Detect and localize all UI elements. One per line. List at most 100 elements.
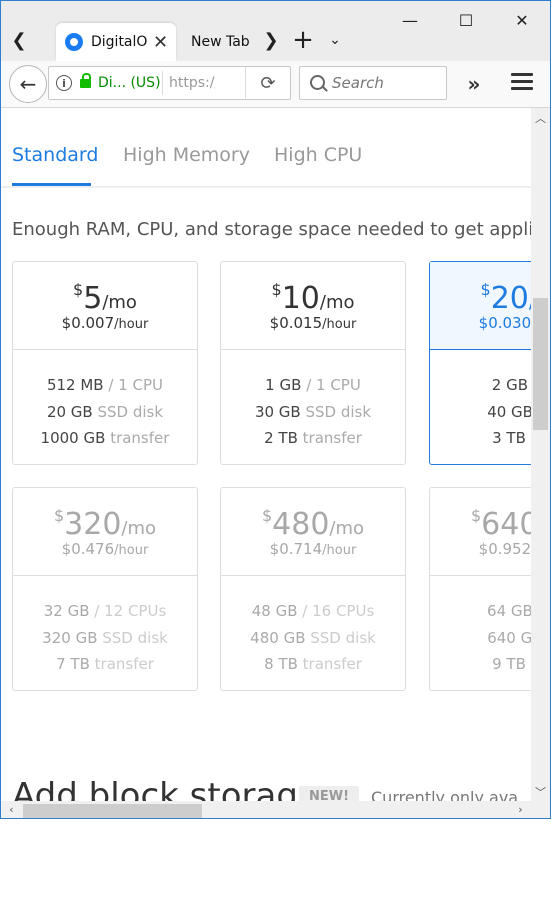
currency-symbol: $ bbox=[271, 280, 282, 299]
search-input[interactable]: Search bbox=[299, 66, 447, 100]
per-hour-label: /hour bbox=[114, 543, 149, 558]
ram-value: 1 GB bbox=[265, 376, 302, 394]
ram-value: 48 GB bbox=[251, 602, 298, 620]
transfer-value: 7 TB bbox=[56, 655, 90, 673]
monthly-price: 20 bbox=[490, 281, 529, 316]
window-close-button[interactable]: ✕ bbox=[507, 9, 537, 31]
plan-card-10[interactable]: $10/mo $0.015/hour 1 GB / 1 CPU 30 GB SS… bbox=[220, 261, 406, 465]
horizontal-scroll-thumb[interactable] bbox=[23, 804, 202, 818]
page-content: Standard High Memory High CPU Enough RAM… bbox=[1, 108, 531, 801]
transfer-label: transfer bbox=[110, 429, 170, 447]
transfer-value: 2 TB bbox=[264, 429, 298, 447]
per-hour-label: /hour bbox=[322, 317, 357, 332]
plan-card-20[interactable]: $20/mo $0.030/hour 2 GB / 2 40 GB SS 3 T… bbox=[429, 261, 531, 465]
hourly-price: $0.476 bbox=[61, 540, 115, 558]
plan-card-480[interactable]: $480/mo $0.714/hour 48 GB / 16 CPUs 480 … bbox=[220, 487, 406, 691]
tab-new-tab[interactable]: New Tab bbox=[183, 23, 257, 61]
currency-symbol: $ bbox=[470, 506, 482, 525]
ram-value: 2 GB bbox=[491, 376, 529, 394]
hourly-price: $0.007 bbox=[61, 314, 115, 332]
per-month-label: /mo bbox=[102, 292, 137, 313]
disk-value: 30 GB bbox=[254, 402, 301, 421]
disk-value: 640 GB bbox=[487, 628, 531, 647]
search-icon bbox=[310, 75, 325, 90]
plan-description: Enough RAM, CPU, and storage space neede… bbox=[12, 219, 531, 240]
monthly-price: 10 bbox=[281, 281, 320, 316]
scrollbar-corner bbox=[531, 801, 550, 818]
availability-note: Currently only ava bbox=[371, 788, 519, 801]
url-text[interactable]: https:// bbox=[169, 75, 215, 91]
hamburger-menu-icon[interactable] bbox=[511, 73, 533, 93]
plan-card-320[interactable]: $320/mo $0.476/hour 32 GB / 12 CPUs 320 … bbox=[12, 487, 198, 691]
tab-title: DigitalOcean bbox=[91, 34, 147, 50]
tab-high-cpu[interactable]: High CPU bbox=[274, 144, 362, 166]
vertical-scroll-thumb[interactable] bbox=[533, 298, 548, 430]
maximize-button[interactable]: ☐ bbox=[451, 9, 481, 31]
lock-icon[interactable] bbox=[80, 73, 91, 88]
ram-value: 32 GB bbox=[43, 602, 90, 620]
cpu-value: / 16 CPUs bbox=[302, 602, 375, 620]
digitalocean-icon bbox=[65, 33, 83, 51]
hourly-price: $0.015 bbox=[269, 314, 323, 332]
disk-value: 40 GB bbox=[487, 402, 531, 421]
disk-value: 20 GB bbox=[46, 402, 93, 421]
monthly-price: 5 bbox=[83, 281, 103, 316]
per-month-label: /mo bbox=[121, 518, 157, 539]
transfer-value: 8 TB bbox=[264, 655, 298, 673]
plan-card-5[interactable]: $5/mo $0.007/hour 512 MB / 1 CPU 20 GB S… bbox=[12, 261, 198, 465]
scroll-right-icon[interactable]: › bbox=[511, 803, 530, 816]
disk-value: 480 GB bbox=[250, 628, 306, 647]
disk-label: SSD disk bbox=[102, 628, 168, 647]
tab-high-memory[interactable]: High Memory bbox=[123, 144, 250, 166]
active-tab-indicator bbox=[12, 183, 91, 186]
scroll-down-icon[interactable]: ﹀ bbox=[531, 784, 550, 800]
currency-symbol: $ bbox=[261, 506, 273, 525]
vertical-scrollbar[interactable]: ︿ ﹀ bbox=[531, 108, 550, 801]
per-hour-label: /hour bbox=[114, 317, 149, 332]
hourly-price: $0.030 bbox=[478, 314, 531, 332]
plan-tabs: Standard High Memory High CPU bbox=[1, 108, 531, 188]
per-hour-label: /hour bbox=[322, 543, 357, 558]
tab-title: New Tab bbox=[191, 34, 250, 50]
block-storage-heading: Add block storage bbox=[12, 776, 319, 801]
hourly-price: $0.952 bbox=[478, 540, 531, 558]
disk-value: 320 GB bbox=[42, 628, 98, 647]
close-icon[interactable]: ✕ bbox=[153, 32, 168, 53]
ram-value: 512 MB bbox=[46, 376, 104, 394]
title-bar: ❮ DigitalOcean ✕ New Tab ❯ + ⌄ — ☐ ✕ bbox=[1, 1, 550, 61]
plan-card-640[interactable]: $640/mo $0.952/hour 64 GB / 2 640 GB S 9… bbox=[429, 487, 531, 691]
browser-window: ❮ DigitalOcean ✕ New Tab ❯ + ⌄ — ☐ ✕ ← i… bbox=[0, 0, 551, 819]
per-month-label: /mo bbox=[329, 518, 365, 539]
currency-symbol: $ bbox=[73, 280, 84, 299]
hourly-price: $0.714 bbox=[269, 540, 323, 558]
back-button[interactable]: ← bbox=[9, 65, 47, 103]
scroll-left-icon[interactable]: ‹ bbox=[2, 803, 21, 816]
ram-value: 64 GB bbox=[487, 602, 531, 620]
minimize-button[interactable]: — bbox=[395, 9, 425, 31]
divider bbox=[162, 71, 163, 95]
tab-digitalocean[interactable]: DigitalOcean ✕ bbox=[56, 23, 176, 61]
monthly-price: 640 bbox=[481, 507, 531, 542]
currency-symbol: $ bbox=[53, 506, 65, 525]
horizontal-scrollbar[interactable]: ‹ › bbox=[1, 801, 531, 818]
new-tab-button[interactable]: + bbox=[291, 23, 315, 57]
chevron-down-icon[interactable]: ⌄ bbox=[323, 23, 347, 57]
scroll-up-icon[interactable]: ︿ bbox=[531, 110, 550, 126]
site-identity[interactable]: Di... (US) bbox=[98, 75, 161, 91]
search-placeholder: Search bbox=[332, 74, 384, 92]
tab-standard[interactable]: Standard bbox=[12, 144, 98, 166]
monthly-price: 320 bbox=[64, 507, 122, 542]
reload-button[interactable]: ⟳ bbox=[245, 67, 290, 99]
currency-symbol: $ bbox=[480, 280, 491, 299]
tab-scroll-right-button[interactable]: ❯ bbox=[259, 23, 283, 57]
overflow-menu-button[interactable]: » bbox=[459, 69, 489, 99]
info-icon[interactable]: i bbox=[56, 75, 72, 91]
cpu-value: / 12 CPUs bbox=[94, 602, 167, 620]
disk-label: SSD disk bbox=[97, 402, 164, 421]
per-month-label: /mo bbox=[319, 292, 355, 313]
transfer-value: 3 TB bbox=[492, 429, 526, 447]
tab-scroll-left-button[interactable]: ❮ bbox=[7, 23, 31, 57]
url-bar[interactable]: i Di... (US) https:// ⟳ bbox=[48, 66, 291, 100]
arrow-left-icon: ← bbox=[19, 72, 37, 96]
transfer-label: transfer bbox=[302, 429, 362, 447]
